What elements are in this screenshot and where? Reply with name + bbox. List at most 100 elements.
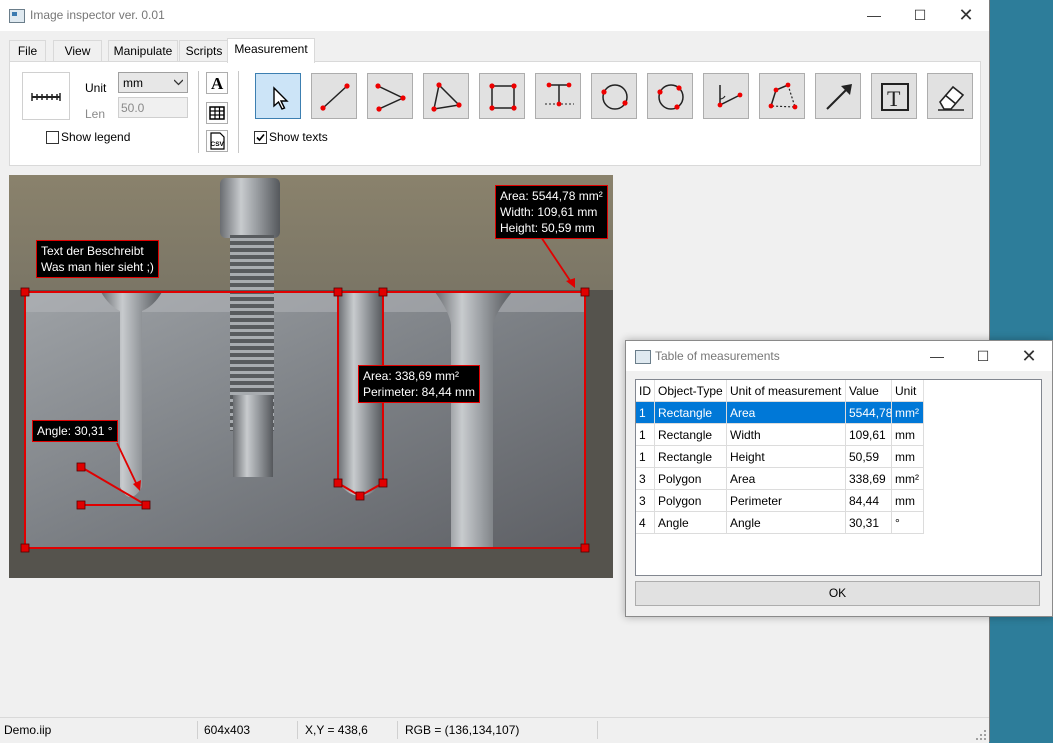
angle-tool-button[interactable]	[703, 73, 749, 119]
tab-scripts[interactable]: Scripts	[179, 40, 229, 62]
cell-unit: mm²	[892, 468, 924, 490]
col-header-object-type[interactable]: Object-Type	[655, 380, 727, 402]
circle-tool-button[interactable]	[591, 73, 637, 119]
cell-unit-of-measurement: Perimeter	[727, 490, 846, 512]
unit-select[interactable]: mm	[118, 72, 188, 93]
col-header-id[interactable]: ID	[636, 380, 655, 402]
unit-label: Unit	[85, 81, 107, 95]
len-label: Len	[85, 107, 106, 121]
table-header-row: ID Object-Type Unit of measurement Value…	[636, 380, 924, 402]
separator	[198, 71, 199, 153]
cell-value: 84,44	[846, 490, 892, 512]
cell-object-type: Rectangle	[655, 446, 727, 468]
minimize-icon[interactable]: —	[851, 0, 897, 31]
csv-icon: CSV	[210, 132, 225, 150]
maximize-icon[interactable]: ☐	[897, 0, 943, 31]
svg-text:T: T	[887, 86, 901, 111]
font-button[interactable]: A	[206, 72, 228, 94]
table-row[interactable]: 1 Rectangle Area 5544,78 mm²	[636, 402, 924, 424]
measurements-table[interactable]: ID Object-Type Unit of measurement Value…	[635, 379, 1042, 576]
circle-3point-tool-button[interactable]	[647, 73, 693, 119]
tab-view[interactable]: View	[53, 40, 102, 62]
col-header-unit[interactable]: Unit	[892, 380, 924, 402]
image-canvas[interactable]: Text der Beschreibt Was man hier sieht ;…	[9, 175, 613, 578]
arrow-icon	[826, 84, 852, 110]
cell-object-type: Rectangle	[655, 424, 727, 446]
window-title: Image inspector ver. 0.01	[30, 8, 165, 22]
table-row[interactable]: 3 Polygon Perimeter 84,44 mm	[636, 490, 924, 512]
rect-height-text: Height: 50,59 mm	[500, 221, 595, 235]
polygon-measurement-annotation[interactable]: Area: 338,69 mm² Perimeter: 84,44 mm	[358, 365, 481, 403]
polyline-tool-button[interactable]	[367, 73, 413, 119]
arrow-tool-button[interactable]	[815, 73, 861, 119]
description-annotation[interactable]: Text der Beschreibt Was man hier sieht ;…	[36, 240, 159, 278]
cell-value: 109,61	[846, 424, 892, 446]
cell-unit-of-measurement: Height	[727, 446, 846, 468]
font-icon: A	[211, 74, 224, 93]
show-legend-checkbox[interactable]	[46, 131, 59, 144]
tab-manipulate[interactable]: Manipulate	[108, 40, 178, 62]
svg-text:CSV: CSV	[211, 141, 225, 148]
csv-export-button[interactable]: CSV	[206, 130, 228, 152]
cell-value: 5544,78	[846, 402, 892, 424]
angle-icon	[717, 85, 743, 108]
angle-measurement-annotation[interactable]: Angle: 30,31 °	[32, 420, 118, 442]
title-bar: Image inspector ver. 0.01 — ☐ ✕	[0, 0, 989, 31]
status-divider	[197, 721, 198, 739]
table-row[interactable]: 1 Rectangle Width 109,61 mm	[636, 424, 924, 446]
show-texts-label: Show texts	[269, 130, 328, 144]
cell-unit: mm	[892, 424, 924, 446]
polygon-tool-button[interactable]	[759, 73, 805, 119]
tab-file[interactable]: File	[9, 40, 46, 62]
perpendicular-icon	[545, 82, 574, 107]
table-row[interactable]: 1 Rectangle Height 50,59 mm	[636, 446, 924, 468]
ok-button[interactable]: OK	[635, 581, 1040, 606]
col-header-value[interactable]: Value	[846, 380, 892, 402]
polygon-icon	[768, 82, 798, 110]
text-tool-button[interactable]: T	[871, 73, 917, 119]
status-file: Demo.iip	[4, 723, 52, 737]
cell-value: 30,31	[846, 512, 892, 534]
status-bar: Demo.iip 604x403 X,Y = 438,6 RGB = (136,…	[0, 717, 989, 743]
close-icon[interactable]: ✕	[1006, 341, 1052, 371]
eraser-tool-button[interactable]	[927, 73, 973, 119]
table-row[interactable]: 3 Polygon Area 338,69 mm²	[636, 468, 924, 490]
triangle-tool-button[interactable]	[423, 73, 469, 119]
cell-unit: mm	[892, 446, 924, 468]
perpendicular-tool-button[interactable]	[535, 73, 581, 119]
tab-measurement[interactable]: Measurement	[227, 38, 315, 63]
cell-unit-of-measurement: Width	[727, 424, 846, 446]
cell-value: 50,59	[846, 446, 892, 468]
line-tool-button[interactable]	[311, 73, 357, 119]
resize-grip-icon[interactable]	[976, 730, 987, 741]
line-icon	[320, 83, 350, 111]
circle-icon	[601, 84, 628, 110]
rect-width-text: Width: 109,61 mm	[500, 205, 598, 219]
cell-object-type: Polygon	[655, 490, 727, 512]
cell-id: 4	[636, 512, 655, 534]
cell-unit: °	[892, 512, 924, 534]
maximize-icon[interactable]: ☐	[960, 341, 1006, 371]
status-image-size: 604x403	[204, 723, 251, 737]
col-header-unit-of-measurement[interactable]: Unit of measurement	[727, 380, 846, 402]
poly-area-text: Area: 338,69 mm²	[363, 369, 460, 383]
circle-3point-icon	[657, 84, 684, 110]
triangle-icon	[431, 82, 462, 112]
calibrate-ruler-button[interactable]	[22, 72, 70, 120]
cell-unit-of-measurement: Angle	[727, 512, 846, 534]
cell-id: 3	[636, 490, 655, 512]
close-icon[interactable]: ✕	[943, 0, 989, 31]
status-rgb: RGB = (136,134,107)	[405, 723, 520, 737]
rectangle-tool-button[interactable]	[479, 73, 525, 119]
app-icon	[9, 9, 25, 23]
table-row[interactable]: 4 Angle Angle 30,31 °	[636, 512, 924, 534]
minimize-icon[interactable]: —	[914, 341, 960, 371]
measurements-dialog: Table of measurements — ☐ ✕ ID Object-Ty…	[625, 340, 1053, 617]
pointer-tool-button[interactable]	[255, 73, 301, 119]
eraser-icon	[938, 85, 965, 111]
table-button[interactable]	[206, 102, 228, 124]
dialog-app-icon	[635, 350, 651, 364]
show-texts-checkbox[interactable]	[254, 131, 267, 144]
rectangle-measurement-annotation[interactable]: Area: 5544,78 mm² Width: 109,61 mm Heigh…	[495, 185, 608, 239]
len-field[interactable]: 50.0	[118, 97, 188, 118]
